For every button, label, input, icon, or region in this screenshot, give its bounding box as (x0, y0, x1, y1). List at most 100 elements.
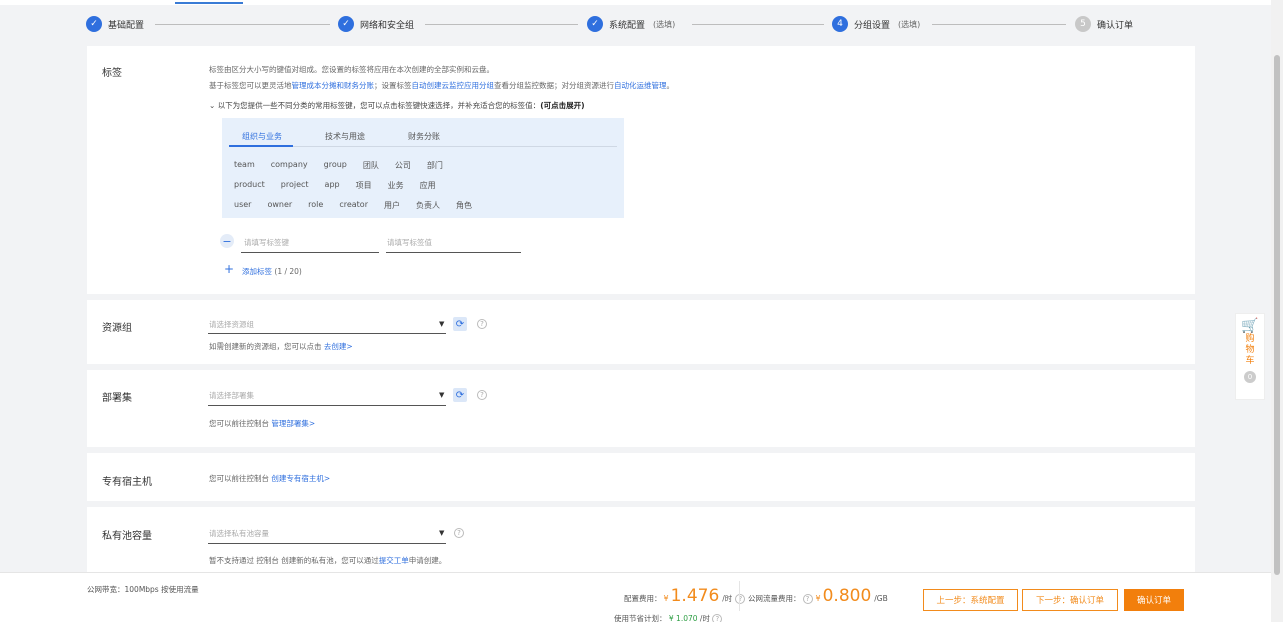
step-label: 分组设置 (854, 20, 891, 31)
caret-down-icon[interactable]: ▼ (439, 529, 444, 537)
add-tag-button[interactable]: 添加标签 (1 / 20) (242, 266, 302, 277)
tag-key[interactable]: 公司 (395, 160, 411, 171)
step-connector (932, 24, 1066, 25)
step-label: 系统配置 (609, 20, 646, 31)
order-footer: 公网带宽：100Mbps 按使用流量 配置费用： ¥ 1.476 /时 ? 使用… (0, 572, 1271, 622)
caret-down-icon[interactable]: ▼ (439, 391, 444, 399)
bandwidth-summary: 公网带宽：100Mbps 按使用流量 (87, 585, 199, 594)
tag-key[interactable]: group (324, 160, 347, 171)
refresh-icon[interactable]: ⟳ (453, 317, 467, 331)
cart-label-char: 车 (1245, 356, 1255, 366)
step-system-config[interactable]: ✓ 系统配置 (选填) (587, 16, 675, 32)
tab-finance[interactable]: 财务分账 (408, 131, 440, 142)
automation-ops-link[interactable]: 自动化运维管理 (614, 81, 667, 90)
private-pool-select[interactable]: 请选择私有池容量 (209, 528, 269, 539)
step-basic-config[interactable]: ✓ 基础配置 (86, 16, 144, 32)
submit-ticket-link[interactable]: 提交工单 (379, 556, 409, 565)
tags-expand-toggle[interactable]: ⌄ 以下为您提供一些不同分类的常用标签键，您可以点击标签键快速选择，并补充适合您… (209, 100, 585, 111)
remove-tag-button[interactable]: − (220, 234, 234, 248)
tab-tech-usage[interactable]: 技术与用途 (325, 131, 365, 142)
step-connector (425, 24, 578, 25)
tag-key[interactable]: team (234, 160, 255, 171)
shopping-cart-widget[interactable]: 🛒 购 物 车 0 (1235, 313, 1265, 400)
cart-label-char: 购 (1245, 334, 1255, 344)
tag-key[interactable]: 角色 (456, 200, 472, 211)
tags-title: 标签 (102, 68, 122, 79)
traffic-cost: 公网流量费用： ? ¥ 0.800 /GB (748, 586, 888, 606)
tag-key[interactable]: app (325, 180, 340, 191)
tag-key[interactable]: role (308, 200, 323, 211)
prev-step-button[interactable]: 上一步：系统配置 (923, 589, 1018, 611)
select-underline (208, 543, 446, 544)
private-pool-title: 私有池容量 (102, 531, 152, 542)
chevron-down-icon: ⌄ (209, 101, 216, 110)
step-number: 4 (832, 16, 848, 32)
tags-desc-1: 标签由区分大小写的键值对组成。您设置的标签将应用在本次创建的全部实例和云盘。 (209, 65, 494, 74)
cost-allocation-link[interactable]: 管理成本分摊和财务分账 (292, 81, 375, 90)
tab-org-business[interactable]: 组织与业务 (242, 131, 282, 142)
confirm-order-button[interactable]: 确认订单 (1124, 589, 1184, 611)
create-dedicated-host-link[interactable]: 创建专有宿主机> (271, 474, 330, 483)
private-pool-hint: 暂不支持通过 控制台 创建新的私有池，您可以通过提交工单申请创建。 (209, 556, 447, 565)
cart-count-badge: 0 (1244, 371, 1256, 383)
step-connector (155, 24, 330, 25)
config-cost: 配置费用： ¥ 1.476 /时 ? (624, 586, 746, 606)
tag-key[interactable]: company (271, 160, 308, 171)
tag-key[interactable]: 用户 (384, 200, 400, 211)
step-network-security[interactable]: ✓ 网络和安全组 (338, 16, 414, 32)
tag-key[interactable]: product (234, 180, 265, 191)
step-label: 网络和安全组 (360, 20, 415, 31)
check-icon: ✓ (86, 16, 102, 32)
cloudmonitor-group-link[interactable]: 自动创建云监控应用分组 (412, 81, 495, 90)
step-confirm-order[interactable]: 5 确认订单 (1075, 16, 1133, 32)
tag-key[interactable]: 业务 (388, 180, 404, 191)
caret-down-icon[interactable]: ▼ (439, 320, 444, 328)
manage-deployment-set-link[interactable]: 管理部署集> (271, 419, 315, 428)
tag-key[interactable]: 团队 (363, 160, 379, 171)
resource-group-select[interactable]: 请选择资源组 (209, 319, 254, 330)
step-group-settings[interactable]: 4 分组设置 (选填) (832, 16, 920, 32)
tag-key-input[interactable]: 请填写标签键 (244, 237, 289, 248)
tag-key[interactable]: creator (339, 200, 368, 211)
cart-label-char: 物 (1245, 345, 1255, 355)
active-tab-indicator (175, 2, 243, 4)
resource-group-hint: 如需创建新的资源组，您可以点击 去创建> (209, 342, 353, 351)
tag-key[interactable]: 项目 (356, 180, 372, 191)
help-icon[interactable]: ? (477, 319, 487, 329)
dedicated-host-hint: 您可以前往控制台 创建专有宿主机> (209, 474, 331, 483)
tag-key[interactable]: owner (267, 200, 292, 211)
create-resource-group-link[interactable]: 去创建> (324, 342, 353, 351)
tag-key[interactable]: 部门 (427, 160, 443, 171)
scrollbar-thumb[interactable] (1274, 55, 1280, 575)
step-label: 确认订单 (1097, 20, 1134, 31)
check-icon: ✓ (587, 16, 603, 32)
help-icon[interactable]: ? (735, 594, 746, 604)
tag-value-underline (386, 252, 521, 253)
help-icon[interactable]: ? (712, 614, 723, 622)
help-icon[interactable]: ? (802, 594, 813, 604)
common-tags-panel: 组织与业务 技术与用途 财务分账 team company group 团队 公… (222, 118, 624, 218)
cart-icon: 🛒 (1241, 318, 1259, 334)
help-icon[interactable]: ? (477, 390, 487, 400)
tags-desc-2: 基于标签您可以更灵活地管理成本分摊和财务分账；设置标签自动创建云监控应用分组查看… (209, 81, 674, 90)
step-connector (692, 24, 824, 25)
plus-icon[interactable]: + (224, 262, 234, 276)
step-number: 5 (1075, 16, 1091, 32)
refresh-icon[interactable]: ⟳ (453, 388, 467, 402)
page-scrollbar[interactable] (1271, 0, 1283, 622)
help-icon[interactable]: ? (454, 528, 464, 538)
tag-value-input[interactable]: 请填写标签值 (387, 237, 432, 248)
deployment-set-select[interactable]: 请选择部署集 (209, 390, 254, 401)
tag-key[interactable]: 负责人 (416, 200, 440, 211)
deployment-set-hint: 您可以前往控制台 管理部署集> (209, 419, 316, 428)
select-underline (208, 405, 446, 406)
tag-category-tabs: 组织与业务 技术与用途 财务分账 (222, 118, 624, 147)
dedicated-host-title: 专有宿主机 (102, 477, 152, 488)
tag-key[interactable]: 应用 (420, 180, 436, 191)
tag-key[interactable]: project (281, 180, 309, 191)
resource-group-title: 资源组 (102, 323, 132, 334)
next-step-button[interactable]: 下一步：确认订单 (1022, 589, 1118, 611)
check-icon: ✓ (338, 16, 354, 32)
footer-divider (739, 581, 740, 611)
tag-key[interactable]: user (234, 200, 251, 211)
